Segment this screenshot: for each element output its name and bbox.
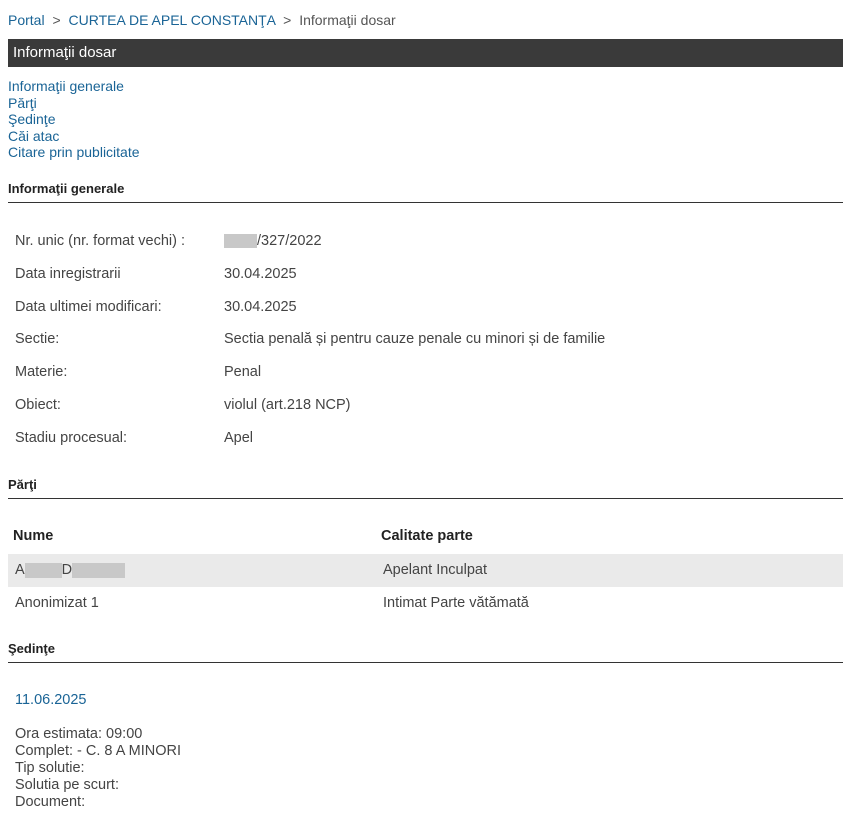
- breadcrumb-current: Informaţii dosar: [299, 12, 396, 28]
- session-document: Document:: [15, 794, 86, 810]
- session-date: 11.06.2025: [15, 692, 87, 708]
- session-estimated-time: Ora estimata: 09:00: [15, 726, 143, 742]
- party-role: Apelant Inculpat: [383, 562, 487, 578]
- info-value-case-number: /327/2022: [224, 233, 322, 249]
- party-name-initial: D: [61, 562, 73, 578]
- redacted-block: [224, 234, 257, 249]
- parties-table-header: Nume Calitate parte: [8, 528, 843, 548]
- section-heading-parties: Părţi: [8, 477, 843, 499]
- info-value: Apel: [224, 430, 254, 446]
- nav-link-parties[interactable]: Părţi: [8, 95, 140, 112]
- info-label: Nr. unic (nr. format vechi) :: [15, 233, 186, 249]
- column-header-role: Calitate parte: [381, 528, 473, 544]
- session-panel: Complet: - C. 8 A MINORI: [15, 743, 181, 759]
- session-details: Ora estimata: 09:00 Complet: - C. 8 A MI…: [15, 726, 181, 811]
- table-row: Anonimizat 1 Intimat Parte vătămată: [8, 587, 843, 620]
- info-value: 30.04.2025: [224, 299, 297, 315]
- info-label: Materie:: [15, 364, 68, 380]
- nav-link-public-summons[interactable]: Citare prin publicitate: [8, 144, 140, 161]
- column-header-name: Nume: [13, 528, 54, 544]
- party-role: Intimat Parte vătămată: [383, 595, 529, 611]
- section-heading-general-info: Informaţii generale: [8, 181, 843, 203]
- party-name-initial: A: [15, 562, 25, 578]
- section-nav: Informaţii generale Părţi Şedinţe Căi at…: [8, 78, 140, 161]
- party-name: Anonimizat 1: [15, 595, 99, 611]
- page-title: Informaţii dosar: [13, 44, 117, 61]
- info-value: Penal: [224, 364, 262, 380]
- redacted-block: [72, 562, 126, 578]
- case-number-text: /327/2022: [257, 233, 322, 249]
- session-solution-type: Tip solutie:: [15, 760, 85, 776]
- section-heading-sessions: Şedinţe: [8, 641, 843, 663]
- table-row: AD Apelant Inculpat: [8, 554, 843, 587]
- redacted-block: [24, 562, 62, 578]
- info-label: Sectie:: [15, 331, 60, 347]
- nav-link-sessions[interactable]: Şedinţe: [8, 111, 140, 128]
- info-value: 30.04.2025: [224, 266, 297, 282]
- session-solution-summary: Solutia pe scurt:: [15, 777, 119, 793]
- info-value: Sectia penală și pentru cauze penale cu …: [224, 331, 606, 347]
- breadcrumb-portal-link[interactable]: Portal: [8, 12, 45, 28]
- info-label: Obiect:: [15, 397, 61, 413]
- nav-link-appeals[interactable]: Căi atac: [8, 128, 140, 145]
- info-label: Data inregistrarii: [15, 266, 121, 282]
- breadcrumb-court-link[interactable]: CURTEA DE APEL CONSTANŢA: [69, 12, 276, 28]
- info-label: Data ultimei modificari:: [15, 299, 162, 315]
- nav-link-general-info[interactable]: Informaţii generale: [8, 78, 140, 95]
- page-title-bar: Informaţii dosar: [8, 39, 843, 67]
- breadcrumb-separator: >: [52, 12, 61, 28]
- info-label: Stadiu procesual:: [15, 430, 128, 446]
- breadcrumb-separator: >: [283, 12, 292, 28]
- breadcrumb: Portal > CURTEA DE APEL CONSTANŢA > Info…: [8, 12, 396, 28]
- info-value: violul (art.218 NCP): [224, 397, 351, 413]
- party-name: AD: [15, 554, 126, 587]
